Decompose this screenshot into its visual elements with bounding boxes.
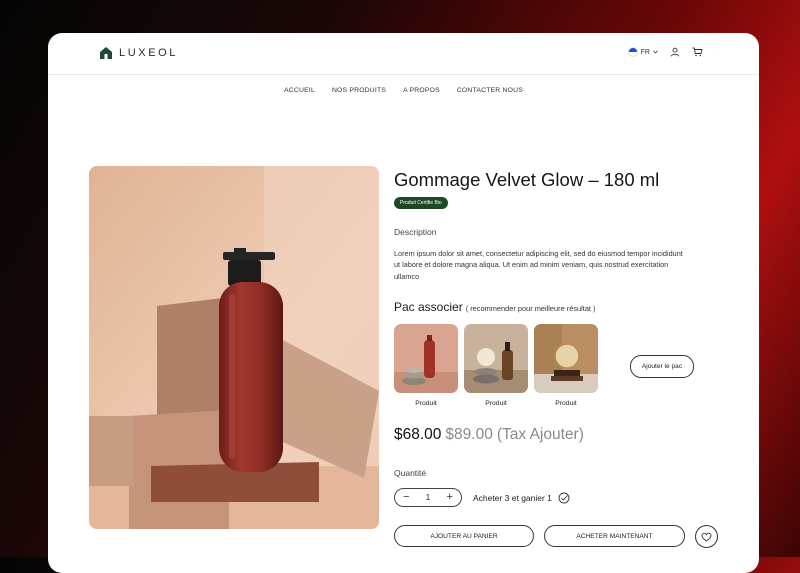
product-title: Gommage Velvet Glow – 180 ml: [394, 169, 660, 190]
wishlist-button[interactable]: [695, 525, 718, 548]
nav-item-accueil[interactable]: ACCUEIL: [284, 87, 315, 94]
product-description: Lorem ipsum dolor sit amet, consectetur …: [394, 249, 683, 281]
pack-product-thumbnail[interactable]: [464, 324, 528, 393]
chevron-down-icon: [653, 50, 658, 54]
tax-note: (Tax Ajouter): [496, 426, 584, 443]
pack-product-label: Produit: [485, 400, 507, 407]
product-main-image: [89, 166, 379, 529]
decrement-button[interactable]: −: [403, 492, 409, 503]
add-pack-button[interactable]: Ajouter le pac: [630, 355, 694, 378]
header-actions: FR: [627, 47, 703, 57]
browser-window: LUXEOL FR ACCUEIL NOS PRODUITS A PROPOS …: [48, 33, 759, 573]
pack-heading: Pac associer( recommender pour meilleure…: [394, 300, 596, 314]
pack-product-thumbnail[interactable]: [534, 324, 598, 393]
language-label: FR: [640, 48, 650, 56]
quantity-label: Quantité: [394, 468, 427, 478]
original-price: $89.00: [445, 426, 493, 443]
buy-now-button[interactable]: ACHETER MAINTENANT: [544, 525, 685, 547]
pack-note: ( recommender pour meilleure résultat ): [465, 304, 596, 313]
check-circle-icon: [558, 492, 570, 504]
price-block: $68.00 $89.00 (Tax Ajouter): [394, 426, 584, 444]
cart-icon[interactable]: [692, 47, 703, 57]
brand-logo[interactable]: LUXEOL: [99, 46, 178, 60]
nav-item-contacter-nous[interactable]: CONTACTER NOUS: [457, 87, 523, 94]
flag-icon: [627, 47, 638, 57]
description-label: Description: [394, 227, 437, 237]
main-nav: ACCUEIL NOS PRODUITS A PROPOS CONTACTER …: [48, 87, 759, 94]
add-to-cart-button[interactable]: AJOUTER AU PANIER: [394, 525, 534, 547]
pack-title: Pac associer: [394, 300, 463, 314]
user-icon[interactable]: [670, 47, 680, 57]
organic-badge: Produit Certifie Bio: [394, 197, 448, 209]
pack-product-label: Produit: [415, 400, 437, 407]
bundle-offer: Acheter 3 et ganier 1: [473, 492, 570, 504]
current-price: $68.00: [394, 426, 442, 443]
quantity-stepper: − 1 +: [394, 488, 462, 507]
offer-text: Acheter 3 et ganier 1: [473, 493, 552, 503]
pack-product-label: Produit: [555, 400, 577, 407]
pack-product-thumbnail[interactable]: [394, 324, 458, 393]
heart-icon: [701, 532, 712, 542]
logo-icon: [100, 47, 112, 59]
top-bar: LUXEOL FR: [48, 33, 759, 75]
language-selector[interactable]: FR: [627, 47, 658, 57]
nav-item-a-propos[interactable]: A PROPOS: [403, 87, 440, 94]
brand-name: LUXEOL: [119, 47, 179, 59]
increment-button[interactable]: +: [447, 492, 453, 503]
nav-item-nos-produits[interactable]: NOS PRODUITS: [332, 87, 386, 94]
quantity-value[interactable]: 1: [426, 493, 430, 502]
